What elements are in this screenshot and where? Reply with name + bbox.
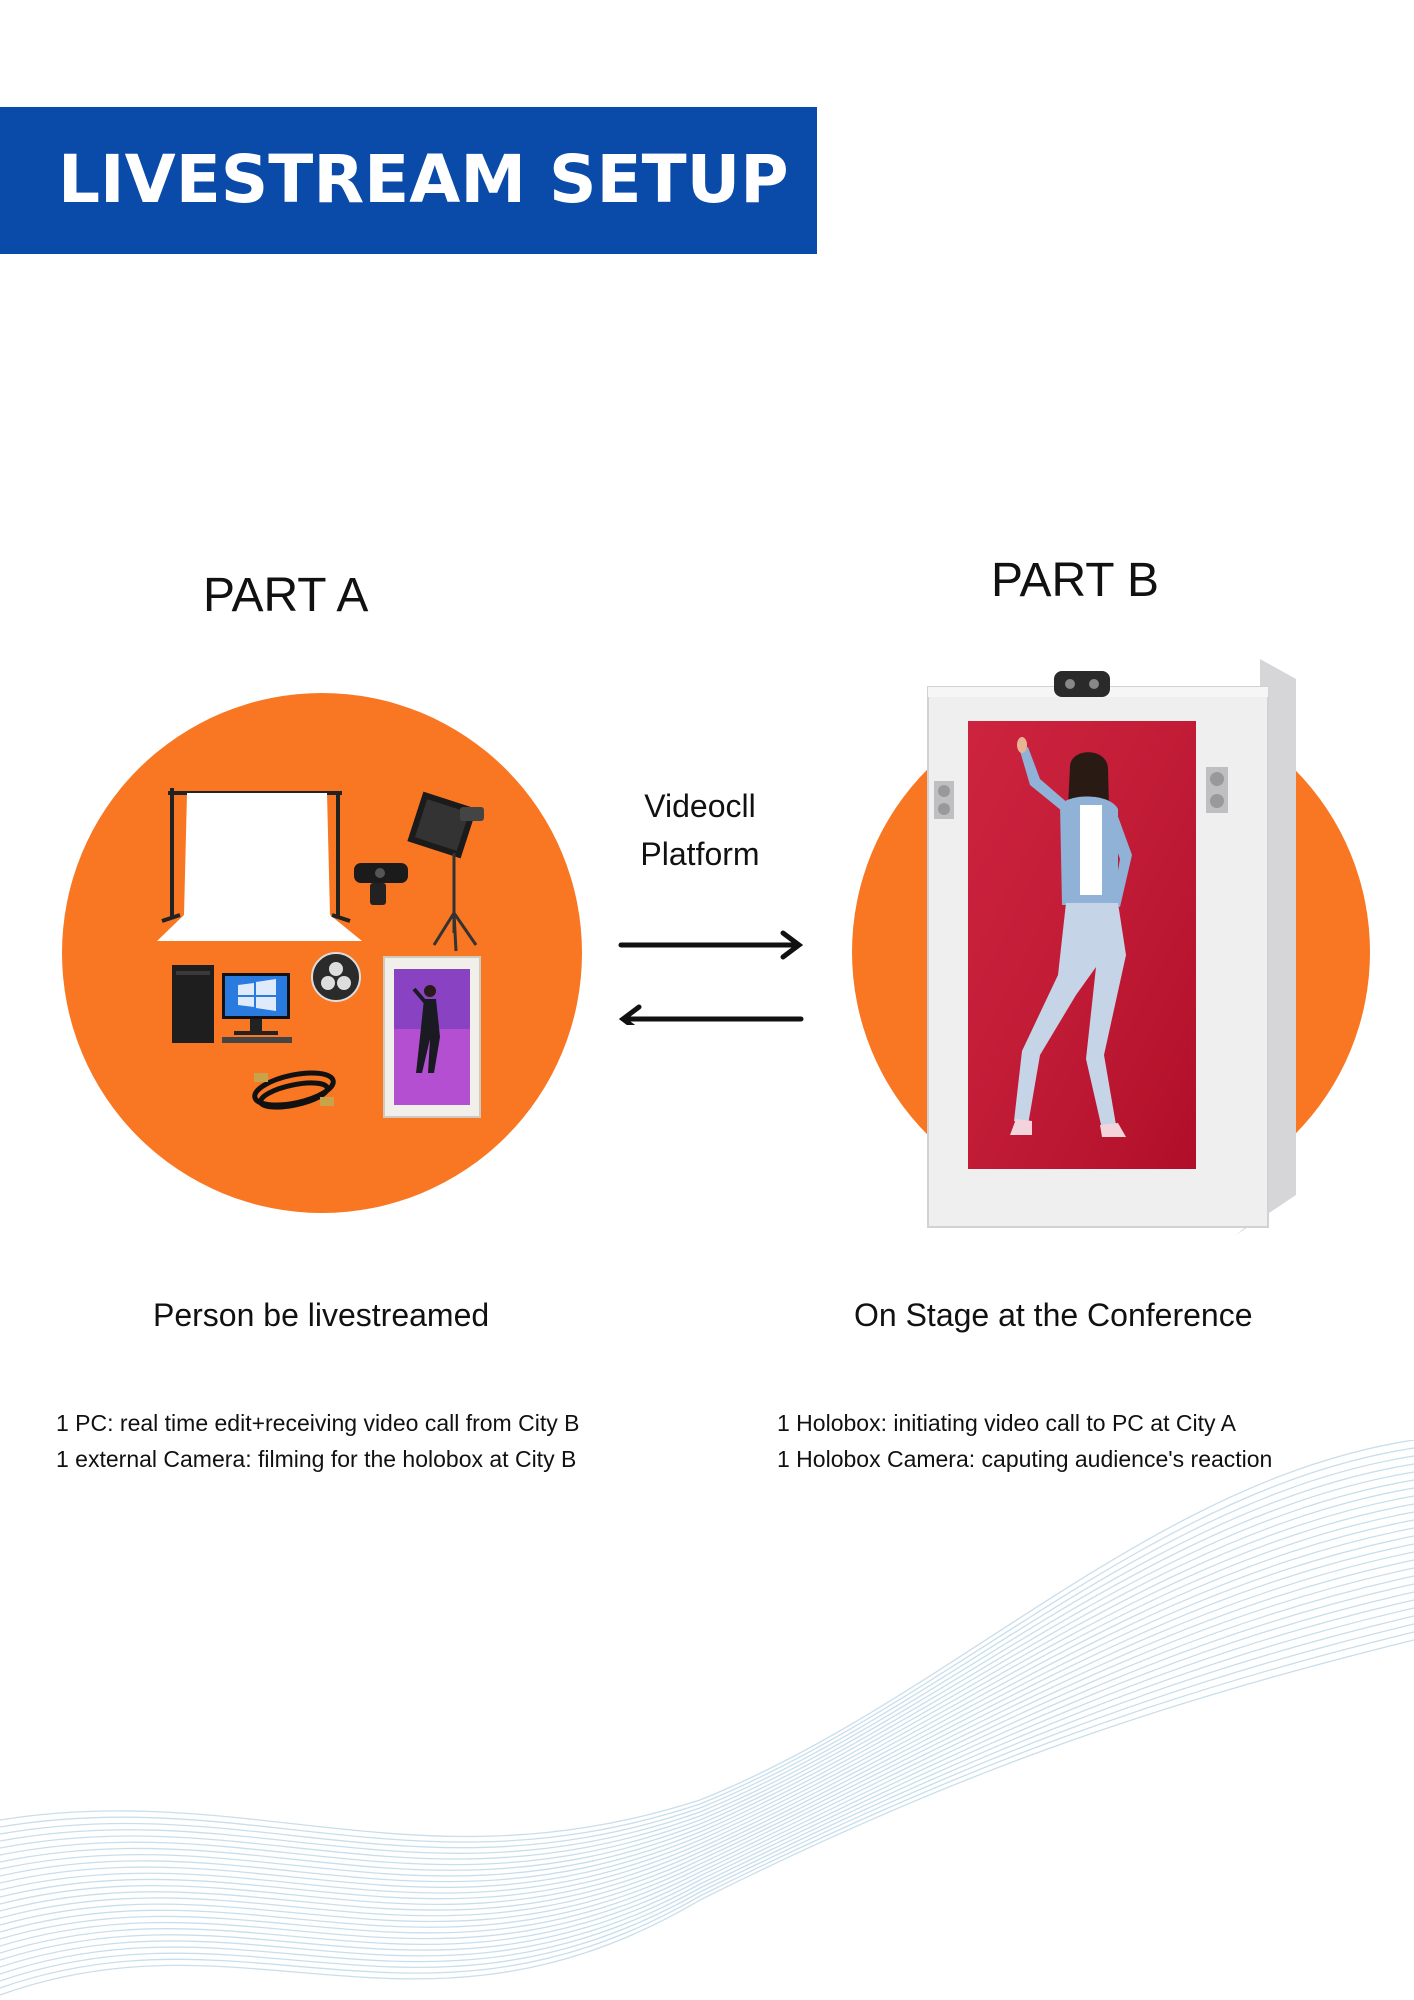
wave-line [0,1527,1414,1900]
wave-line [0,1463,1414,1854]
holobox-illustration [927,659,1296,1235]
wave-line [0,1631,1414,1989]
decorative-wave-lines [0,1440,1414,1996]
wave-line [0,1607,1414,1968]
part-b-caption: On Stage at the Conference [854,1297,1253,1333]
part-a-title: PART A [203,569,369,622]
part-a-note-1: 1 PC: real time edit+receiving video cal… [56,1410,580,1436]
arrow-left-icon [618,1004,804,1025]
wave-line [0,1519,1414,1894]
mini-holobox-icon [383,956,481,1118]
wave-line [0,1455,1414,1849]
equipment-illustration [157,788,484,1118]
platform-label: Videocll Platform [600,782,800,878]
wave-line [0,1479,1414,1866]
holobox-camera-icon [1054,671,1110,697]
platform-label-line2: Platform [640,836,760,872]
wave-line [0,1623,1414,1982]
wave-line [0,1495,1414,1877]
part-a-caption: Person be livestreamed [153,1297,490,1333]
obs-logo-icon [311,952,361,1002]
part-b-title: PART B [991,554,1160,607]
part-b-note-1: 1 Holobox: initiating video call to PC a… [777,1410,1236,1436]
platform-label-line1: Videocll [644,788,756,824]
softbox-light-icon [407,791,484,952]
wave-line [0,1615,1414,1975]
header-banner: LIVESTREAM SETUP [0,107,817,254]
sync-arrows [618,930,804,1025]
hdmi-cable-icon [252,1070,336,1110]
speaker-left-icon [934,781,954,819]
desktop-pc-icon [172,965,292,1043]
wave-line [0,1511,1414,1888]
speaker-right-icon [1206,767,1228,813]
webcam-icon [354,863,408,905]
arrow-right-icon [618,930,804,960]
wave-line [0,1543,1414,1912]
page-title: LIVESTREAM SETUP [58,141,789,218]
backdrop-stand-icon [157,788,362,941]
